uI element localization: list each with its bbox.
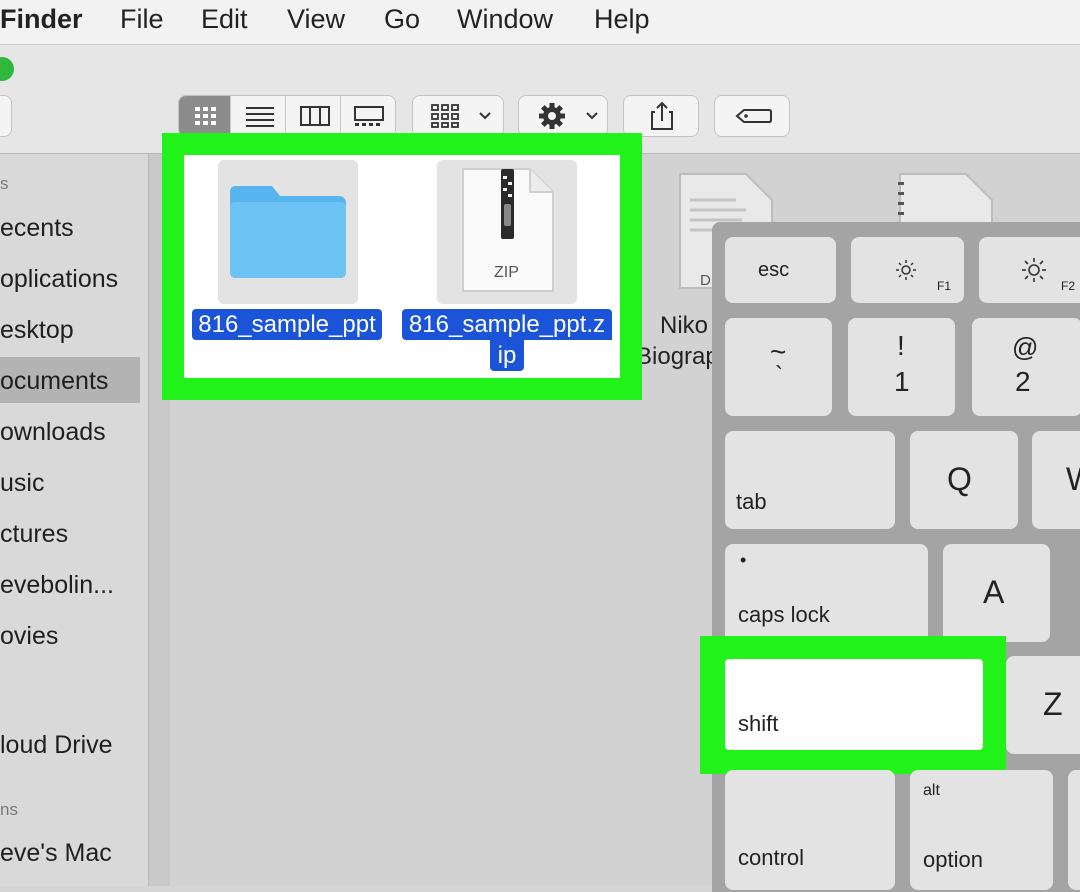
sidebar-favorites-heading: s [0,174,9,193]
sidebar-locations-heading: ns [0,800,18,819]
z-key[interactable]: Z [1006,656,1080,754]
shift-key[interactable]: shift [725,659,983,750]
icon-view-button[interactable] [179,96,231,136]
zip-label-line2: ip [490,340,524,371]
menu-file[interactable]: File [120,4,164,35]
folder-label: 816_sample_ppt [192,309,382,340]
two-key[interactable]: @ 2 [972,318,1080,416]
list-view-button[interactable] [234,96,286,136]
sidebar-item-downloads[interactable]: ownloads [0,418,106,447]
w-key[interactable]: W [1032,431,1080,529]
tags-button[interactable] [714,95,790,137]
option-key[interactable]: alt option [910,770,1053,890]
gallery-icon [354,106,384,126]
menu-window[interactable]: Window [457,4,553,35]
chevron-down-icon [479,112,491,120]
group-grid-icon [431,104,491,128]
f1-key[interactable]: F1 [851,237,964,303]
sidebar-item-music[interactable]: usic [0,469,44,498]
esc-key[interactable]: esc [725,237,836,303]
tilde-key[interactable]: ~ ` [725,318,832,416]
doc-badge: D [700,272,711,289]
sidebar-item-mac[interactable]: eve's Mac [0,839,112,868]
menu-edit[interactable]: Edit [201,4,248,35]
brightness-down-icon [896,260,916,280]
sidebar-item-user-home[interactable]: evebolin... [0,571,114,600]
notebook-document-icon [898,173,993,230]
tab-key[interactable]: tab [725,431,895,529]
grid-icon [195,107,216,125]
sidebar-item-icloud-drive[interactable]: loud Drive [0,731,113,760]
view-mode-segmented-control [178,95,396,137]
command-key[interactable] [1068,770,1080,890]
sidebar-item-documents[interactable]: ocuments [0,367,108,396]
gallery-view-button[interactable] [343,96,395,136]
caps-lock-key[interactable]: • caps lock [725,544,928,642]
sidebar-item-pictures[interactable]: ctures [0,520,68,549]
menu-help[interactable]: Help [594,4,650,35]
sidebar: s ecents oplications esktop ocuments own… [0,154,148,886]
q-key[interactable]: Q [910,431,1018,529]
menu-bar: Finder File Edit View Go Window Help [0,0,1080,45]
zip-badge: ZIP [494,264,519,281]
doc-label-line2: Biograp [636,343,719,370]
zip-label-line1: 816_sample_ppt.z [402,309,612,340]
list-icon [246,107,274,127]
columns-icon [300,106,330,126]
group-by-dropdown[interactable] [412,95,504,137]
brightness-up-icon [1022,258,1046,282]
sidebar-item-desktop[interactable]: esktop [0,316,74,345]
f2-key[interactable]: F2 [979,237,1080,303]
action-menu-button[interactable] [518,95,608,137]
back-button[interactable] [0,95,12,137]
sidebar-item-recents[interactable]: ecents [0,214,74,243]
menu-view[interactable]: View [287,4,345,35]
one-key[interactable]: ! 1 [848,318,955,416]
menu-finder[interactable]: Finder [0,4,83,35]
folder-icon [230,186,346,278]
column-view-button[interactable] [289,96,341,136]
sidebar-item-movies[interactable]: ovies [0,622,58,651]
control-key[interactable]: control [725,770,895,890]
doc-label-line1: Niko [660,312,709,339]
menu-go[interactable]: Go [384,4,420,35]
share-button[interactable] [623,95,699,137]
tag-icon [735,109,772,123]
a-key[interactable]: A [943,544,1050,642]
gear-icon [539,103,598,129]
sidebar-item-applications[interactable]: oplications [0,265,118,294]
share-icon [651,101,673,130]
caps-lock-indicator: • [740,550,747,570]
